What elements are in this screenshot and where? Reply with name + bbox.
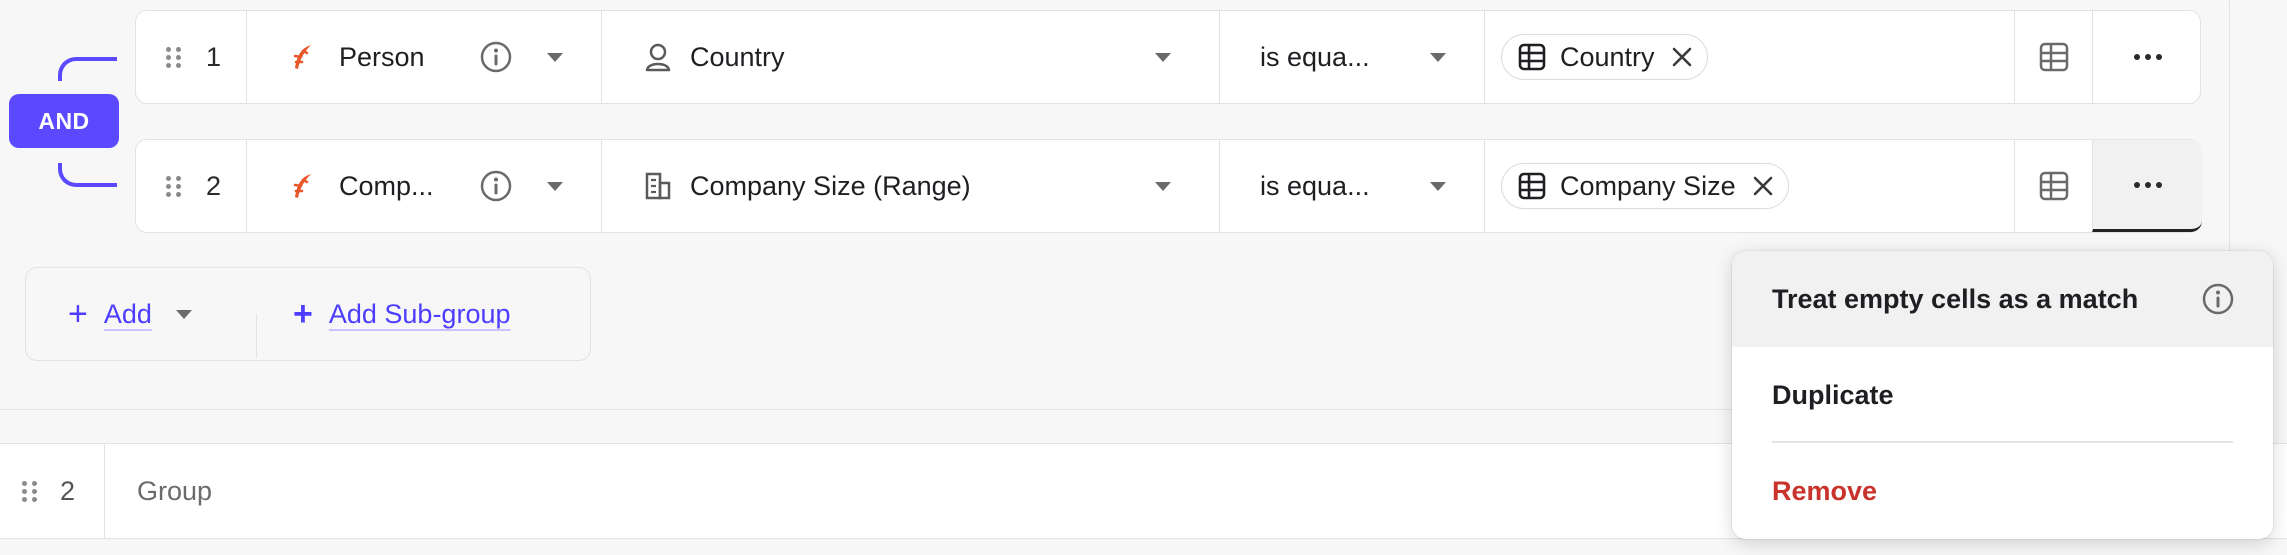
add-subgroup-button[interactable]: + Add Sub-group [257,268,587,360]
person-icon [645,43,671,72]
operator-select[interactable]: is equa... [1219,11,1484,103]
close-icon[interactable] [1671,46,1693,68]
table-icon [1518,172,1546,200]
operator-select[interactable]: is equa... [1219,140,1484,232]
filter-row: 2 Comp... Company Size (Range) is equa..… [135,139,2202,233]
and-connector-top [58,57,117,81]
chevron-down-icon[interactable] [1430,181,1446,191]
chevron-down-icon[interactable] [547,181,563,191]
field-select[interactable]: Country [601,11,1219,103]
more-icon [2133,181,2162,188]
more-options-button[interactable] [2092,140,2202,232]
add-controls: + Add + Add Sub-group [25,267,591,361]
group-number: 2 [60,475,76,506]
source-label: Person [339,41,425,72]
table-icon [1518,43,1546,71]
add-filter-button[interactable]: + Add [26,268,256,360]
plus-icon: + [293,295,313,333]
chevron-down-icon[interactable] [547,52,563,62]
source-label: Comp... [339,170,434,201]
info-icon[interactable] [479,40,513,74]
source-select[interactable]: Comp... [246,140,601,232]
more-options-button[interactable] [2092,11,2202,103]
chevron-down-icon[interactable] [1155,181,1171,191]
drag-handle-icon[interactable] [166,176,184,197]
menu-item-label: Remove [1772,475,1878,506]
value-field[interactable]: Country [1484,11,2014,103]
feather-icon [293,174,311,198]
menu-item-duplicate[interactable]: Duplicate [1732,347,2273,443]
table-view-button[interactable] [2014,11,2092,103]
value-chip[interactable]: Country [1501,34,1708,80]
add-link[interactable]: Add [104,299,152,330]
and-connector-bottom [58,163,117,187]
operator-label: is equa... [1260,170,1370,201]
info-icon[interactable] [2201,282,2235,316]
value-chip-label: Country [1560,41,1655,72]
field-label: Company Size (Range) [690,170,971,201]
menu-item-label: Treat empty cells as a match [1772,283,2139,314]
row-number: 2 [206,170,222,201]
logic-operator-toggle[interactable]: AND [9,94,119,148]
more-icon [2133,54,2162,60]
menu-item-treat-empty-cells[interactable]: Treat empty cells as a match [1732,251,2273,347]
value-field[interactable]: Company Size [1484,140,2014,232]
operator-label: is equa... [1260,41,1370,72]
value-chip-label: Company Size [1560,170,1736,201]
add-subgroup-link[interactable]: Add Sub-group [329,299,511,330]
plus-icon: + [68,295,88,333]
group-label: Group [137,475,213,506]
field-select[interactable]: Company Size (Range) [601,140,1219,232]
menu-item-label: Duplicate [1772,379,1894,410]
drag-handle-icon[interactable] [22,481,40,502]
table-icon [2039,42,2068,72]
group-handle[interactable]: 2 [0,444,104,538]
row-handle[interactable]: 2 [136,140,246,232]
chevron-down-icon[interactable] [175,309,192,319]
drag-handle-icon[interactable] [166,47,184,68]
field-label: Country [690,41,785,72]
chevron-down-icon[interactable] [1155,52,1171,62]
table-view-button[interactable] [2014,140,2092,232]
feather-icon [293,45,311,69]
row-options-menu: Treat empty cells as a match Duplicate R… [1732,251,2273,539]
value-chip[interactable]: Company Size [1501,163,1789,209]
row-handle[interactable]: 1 [136,11,246,103]
building-icon [645,172,671,200]
filter-row: 1 Person Country is equa... Country [135,10,2201,104]
info-icon[interactable] [479,169,513,203]
chevron-down-icon[interactable] [1430,52,1446,62]
row-number: 1 [206,41,222,72]
menu-item-remove[interactable]: Remove [1732,443,2273,539]
close-icon[interactable] [1752,175,1774,197]
source-select[interactable]: Person [246,11,601,103]
table-icon [2039,171,2068,201]
